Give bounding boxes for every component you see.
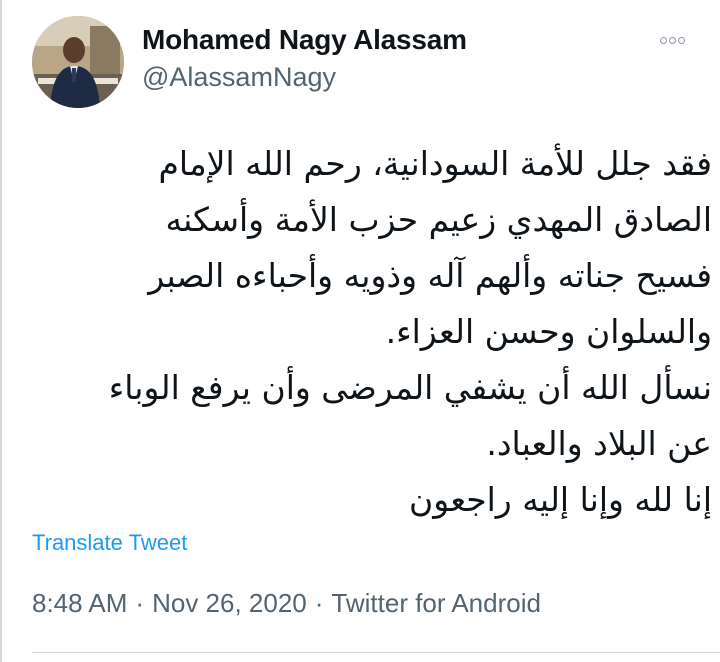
divider — [32, 652, 720, 653]
tweet-metadata: 8:48 AM · Nov 26, 2020 · Twitter for Android — [32, 588, 541, 619]
tweet-text-line: إنا لله وإنا إليه راجعون — [409, 480, 712, 519]
more-options-icon — [659, 36, 667, 44]
tweet-time[interactable]: 8:48 AM — [32, 588, 127, 619]
more-options-icon — [668, 36, 676, 44]
user-handle[interactable]: @AlassamNagy — [142, 62, 336, 93]
tweet-text-line: والسلوان وحسن العزاء. — [385, 312, 712, 351]
translate-tweet-link[interactable]: Translate Tweet — [32, 530, 187, 556]
more-options-button[interactable] — [652, 28, 692, 52]
tweet-text-line: نسأل الله أن يشفي المرضى وأن يرفع الوباء — [108, 368, 712, 407]
tweet-date[interactable]: Nov 26, 2020 — [152, 588, 307, 619]
tweet-source[interactable]: Twitter for Android — [331, 588, 541, 619]
tweet-text-line: فسيح جناته وألهم آله وذويه وأحباءه الصبر — [148, 256, 712, 295]
tweet-text-line: الصادق المهدي زعيم حزب الأمة وأسكنه — [165, 200, 712, 239]
profile-photo-icon — [32, 16, 124, 108]
tweet-text-line: عن البلاد والعباد. — [486, 424, 712, 463]
meta-separator: · — [314, 588, 324, 618]
left-border — [0, 0, 2, 662]
meta-separator: · — [135, 588, 145, 618]
tweet-text-line: فقد جلل للأمة السودانية، رحم الله الإمام — [158, 144, 712, 183]
more-options-icon — [677, 36, 685, 44]
tweet-text: فقد جلل للأمة السودانية، رحم الله الإمام… — [32, 136, 712, 528]
display-name[interactable]: Mohamed Nagy Alassam — [142, 24, 467, 56]
tweet-header: Mohamed Nagy Alassam @AlassamNagy — [32, 16, 696, 108]
avatar[interactable] — [32, 16, 124, 108]
